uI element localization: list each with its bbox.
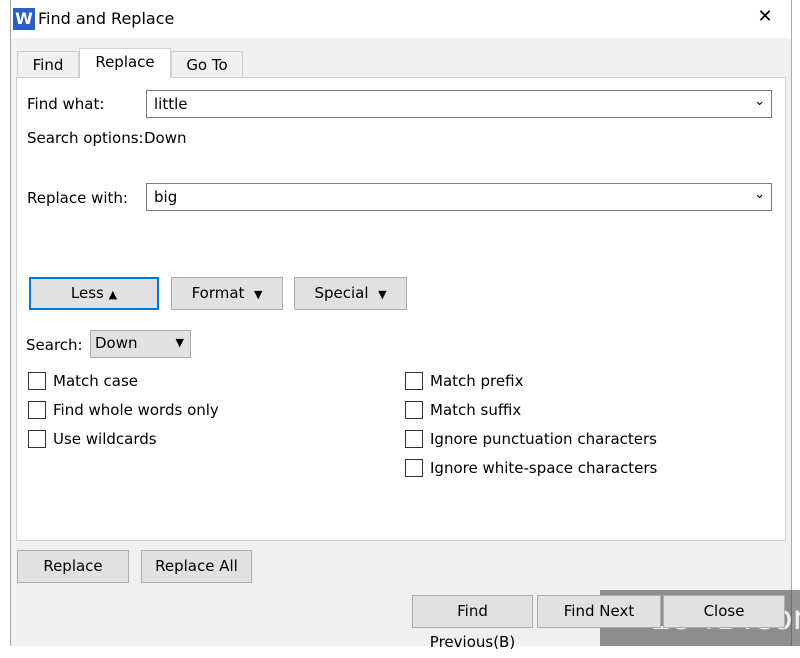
find-what-label: Find what: bbox=[27, 95, 105, 113]
option-checkbox[interactable]: Find whole words only bbox=[28, 401, 219, 419]
option-checkbox[interactable]: Ignore punctuation characters bbox=[405, 430, 657, 448]
chevron-down-icon[interactable]: ⌄ bbox=[754, 187, 765, 202]
replace-with-label: Replace with: bbox=[27, 189, 128, 207]
chevron-down-icon[interactable]: ⌄ bbox=[754, 94, 765, 109]
less-label: Less bbox=[70, 284, 104, 302]
option-label: Match suffix bbox=[430, 401, 522, 419]
close-icon[interactable]: ✕ bbox=[753, 6, 777, 27]
tab-go-to[interactable]: Go To bbox=[171, 51, 243, 78]
find-previous-button[interactable]: Find Previous(B) bbox=[412, 595, 533, 651]
replace-with-value: big bbox=[154, 188, 178, 206]
caret-down-icon: ▼ bbox=[253, 288, 263, 301]
tab-find[interactable]: Find bbox=[17, 51, 79, 78]
window-title: Find and Replace bbox=[38, 9, 175, 28]
special-button[interactable]: Special ▼ bbox=[294, 277, 407, 310]
close-button[interactable]: Close bbox=[663, 595, 785, 628]
option-label: Match prefix bbox=[430, 372, 524, 390]
caret-down-icon: ▼ bbox=[378, 288, 387, 301]
option-label: Ignore white-space characters bbox=[430, 459, 658, 477]
find-replace-dialog: W Find and Replace ✕ Find Replace Go To … bbox=[10, 0, 792, 651]
option-label: Use wildcards bbox=[53, 430, 157, 448]
checkbox-icon[interactable] bbox=[28, 430, 46, 448]
replace-with-input[interactable]: big ⌄ bbox=[146, 183, 772, 211]
app-icon: W bbox=[13, 8, 35, 30]
search-direction-value: Down bbox=[95, 334, 138, 352]
option-checkbox[interactable]: Use wildcards bbox=[28, 430, 157, 448]
option-checkbox[interactable]: Match prefix bbox=[405, 372, 523, 390]
option-checkbox[interactable]: Match suffix bbox=[405, 401, 521, 419]
special-label: Special bbox=[314, 284, 369, 302]
format-label: Format bbox=[191, 284, 245, 302]
checkbox-icon[interactable] bbox=[28, 401, 46, 419]
checkbox-icon[interactable] bbox=[405, 372, 423, 390]
checkbox-icon[interactable] bbox=[405, 459, 423, 477]
title-bar: W Find and Replace ✕ bbox=[11, 0, 791, 38]
option-checkbox[interactable]: Ignore white-space characters bbox=[405, 459, 657, 477]
find-what-value: little bbox=[154, 95, 188, 113]
option-label: Find whole words only bbox=[53, 401, 219, 419]
checkbox-icon[interactable] bbox=[405, 430, 423, 448]
option-label: Match case bbox=[53, 372, 139, 390]
chevron-up-icon: ▲ bbox=[108, 288, 118, 301]
find-next-button[interactable]: Find Next bbox=[537, 595, 661, 628]
find-what-input[interactable]: little ⌄ bbox=[146, 90, 772, 118]
replace-all-button[interactable]: Replace All bbox=[141, 550, 252, 583]
option-label: Ignore punctuation characters bbox=[430, 430, 657, 448]
search-label: Search: bbox=[26, 336, 83, 354]
search-options-label: Search options: bbox=[27, 129, 144, 147]
format-button[interactable]: Format ▼ bbox=[171, 277, 283, 310]
search-direction-select[interactable]: Down ▼ bbox=[90, 330, 191, 358]
checkbox-icon[interactable] bbox=[405, 401, 423, 419]
caret-down-icon: ▼ bbox=[175, 336, 184, 349]
search-options-value: Down bbox=[144, 129, 187, 147]
checkbox-icon[interactable] bbox=[28, 372, 46, 390]
tab-replace[interactable]: Replace bbox=[79, 48, 171, 78]
less-button[interactable]: Less ▲ bbox=[29, 277, 159, 310]
replace-panel: Find what: little ⌄ Search options: Down … bbox=[16, 77, 786, 541]
replace-button[interactable]: Replace bbox=[17, 550, 129, 583]
option-checkbox[interactable]: Match case bbox=[28, 372, 138, 390]
